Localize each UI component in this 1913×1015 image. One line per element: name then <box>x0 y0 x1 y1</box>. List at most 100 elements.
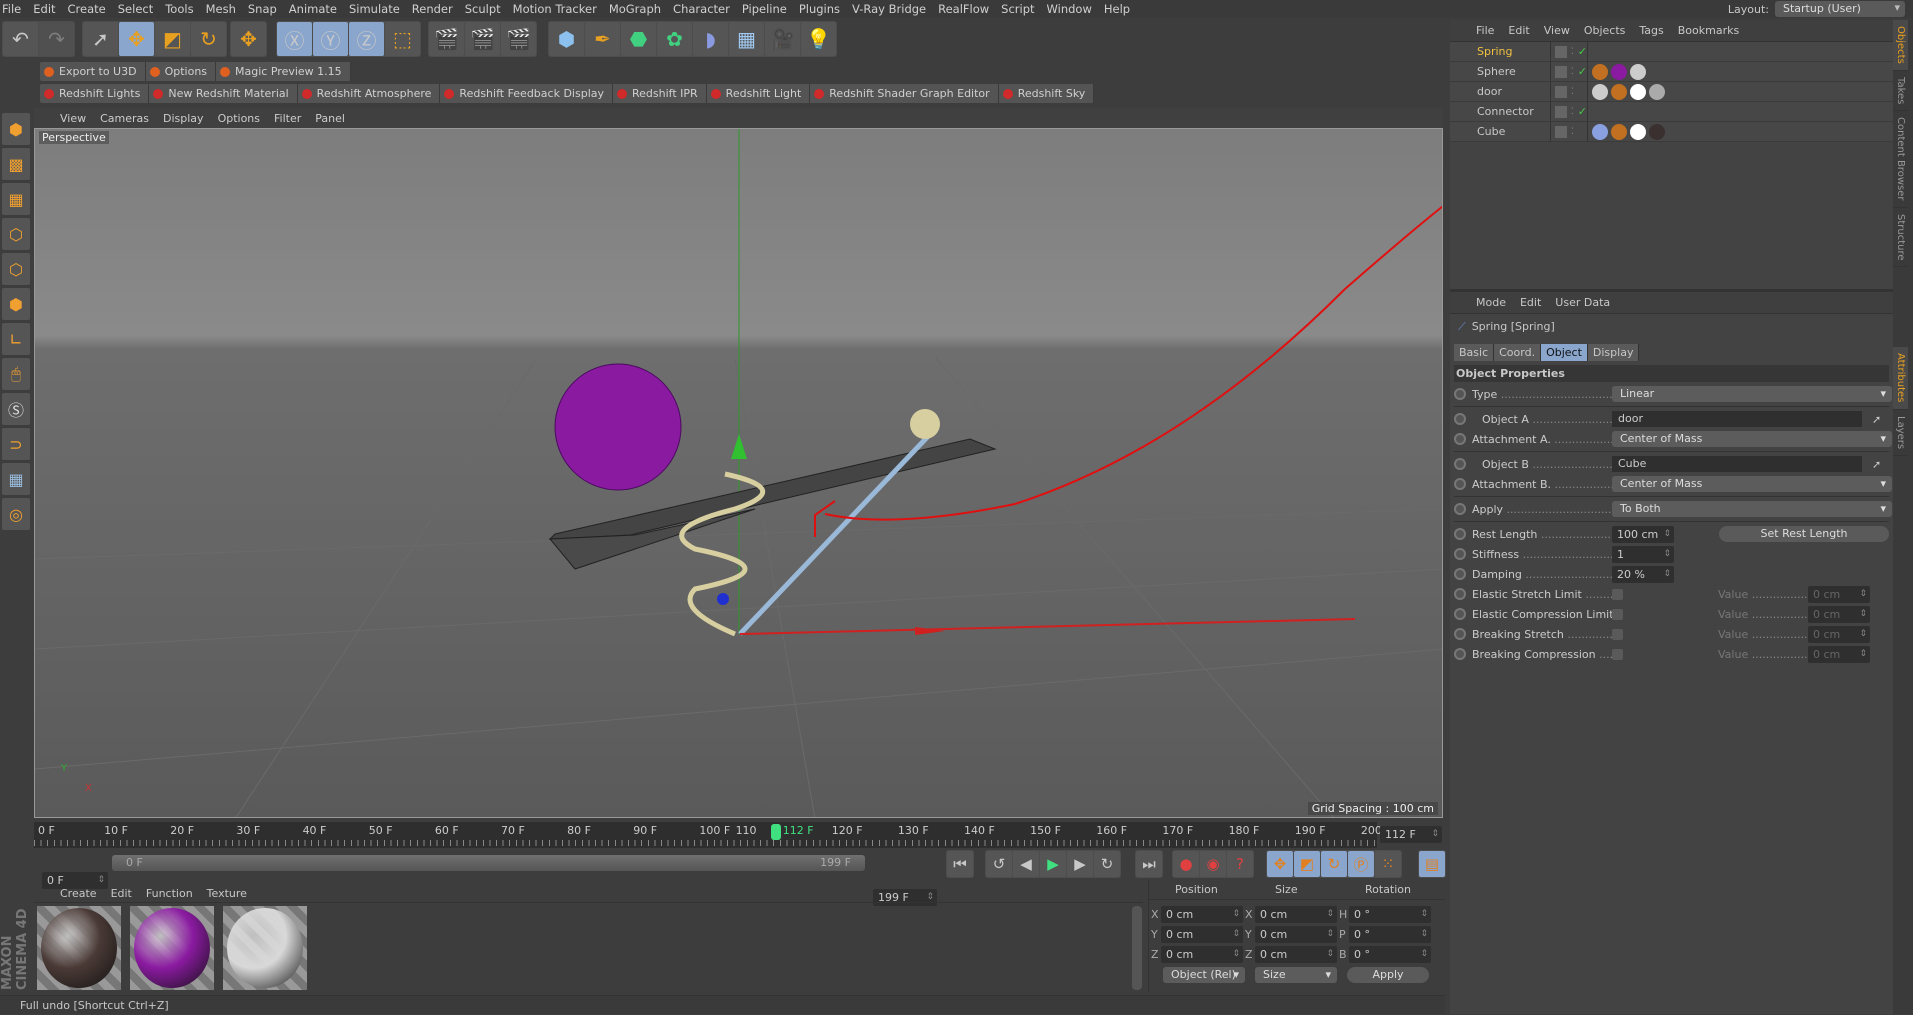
timeline-window-icon[interactable]: ▤ <box>1419 851 1445 877</box>
enabled-check-icon[interactable]: ✓ <box>1578 45 1587 58</box>
menu-edit[interactable]: Edit <box>33 2 55 16</box>
range-slider[interactable]: 0 F 199 F <box>112 855 865 871</box>
material-brown[interactable] <box>37 906 121 990</box>
attributes-menu-user-data[interactable]: User Data <box>1555 296 1610 309</box>
material-scrollbar[interactable] <box>1132 906 1142 990</box>
tab-display[interactable]: Display <box>1587 344 1640 361</box>
coord-field[interactable]: 0 cm <box>1161 925 1243 943</box>
visibility-toggles[interactable]: ⁚ <box>1550 121 1588 142</box>
render-view-icon[interactable]: 🎬 <box>429 22 464 56</box>
menu-create[interactable]: Create <box>68 2 106 16</box>
cloner-icon[interactable]: ✿ <box>657 22 692 56</box>
key-param-icon[interactable]: Ⓟ <box>1348 851 1374 877</box>
tag-icon[interactable] <box>1630 63 1646 80</box>
menu-character[interactable]: Character <box>673 2 730 16</box>
grid-icon[interactable]: ◎ <box>2 498 30 530</box>
pick-object-icon[interactable]: ➚ <box>1872 413 1881 426</box>
objects-menu-view[interactable]: View <box>1544 24 1570 37</box>
current-frame-field[interactable]: 112 F <box>1380 826 1442 843</box>
texture-mode-icon[interactable]: ▩ <box>2 148 30 180</box>
object-row-cube[interactable]: Cube ⁚ <box>1450 121 1893 142</box>
menu-sculpt[interactable]: Sculpt <box>465 2 501 16</box>
key-rotation-icon[interactable]: ↻ <box>1321 851 1347 877</box>
tag-icon[interactable] <box>1630 83 1646 100</box>
render-settings-icon[interactable]: 🎬 <box>501 22 536 56</box>
objects-menu-tags[interactable]: Tags <box>1639 24 1663 37</box>
visibility-dots-icon[interactable]: ⁚ <box>1571 47 1574 57</box>
object-a-field[interactable]: door <box>1612 411 1862 427</box>
floor-icon[interactable]: ▦ <box>729 22 764 56</box>
limit-value-field[interactable]: 0 cm <box>1808 645 1870 663</box>
objects-menu-file[interactable]: File <box>1476 24 1494 37</box>
light-icon[interactable]: 💡 <box>801 22 836 56</box>
apply-button[interactable]: Apply <box>1347 967 1429 983</box>
limit-value-field[interactable]: 0 cm <box>1808 585 1870 603</box>
menu-realflow[interactable]: RealFlow <box>938 2 989 16</box>
menu-v-ray-bridge[interactable]: V-Ray Bridge <box>852 2 926 16</box>
axis-mode-icon[interactable]: ∟ <box>2 323 30 355</box>
transform-icon[interactable]: ✥ <box>231 22 266 56</box>
key-scale-icon[interactable]: ◩ <box>1294 851 1320 877</box>
workplane-icon[interactable]: ▦ <box>2 183 30 215</box>
coord-field[interactable]: 0 cm <box>1161 905 1243 923</box>
visibility-toggles[interactable]: ⁚ <box>1550 81 1588 102</box>
material-menu-function[interactable]: Function <box>146 887 193 900</box>
deformer-icon[interactable]: ◗ <box>693 22 728 56</box>
menu-mograph[interactable]: MoGraph <box>609 2 661 16</box>
y-axis-icon[interactable]: Ⓨ <box>313 22 348 56</box>
plugin-new-redshift-material[interactable]: New Redshift Material <box>149 84 298 103</box>
viewport-menu-view[interactable]: View <box>60 112 86 125</box>
goto-start-icon[interactable]: ⏮ <box>947 851 973 877</box>
material-menu-create[interactable]: Create <box>60 887 97 900</box>
visibility-dots-icon[interactable]: ⁚ <box>1571 87 1574 97</box>
limit-checkbox[interactable] <box>1612 648 1623 660</box>
enabled-check-icon[interactable]: ✓ <box>1578 105 1587 118</box>
plugin-options[interactable]: Options <box>146 62 217 81</box>
object-row-spring[interactable]: Spring ⁚ ✓ <box>1450 41 1893 62</box>
x-axis-icon[interactable]: Ⓧ <box>277 22 312 56</box>
viewport[interactable]: YX Perspective Grid Spacing : 100 cm <box>34 128 1443 818</box>
object-row-connector[interactable]: Connector ⁚ ✓ <box>1450 101 1893 122</box>
tag-icon[interactable] <box>1592 123 1608 140</box>
viewport-menu-filter[interactable]: Filter <box>274 112 301 125</box>
prev-key-icon[interactable]: ↺ <box>986 851 1012 877</box>
animate-radio[interactable] <box>1454 608 1466 620</box>
scale-tool-icon[interactable]: ◩ <box>155 22 190 56</box>
menu-script[interactable]: Script <box>1001 2 1034 16</box>
plugin-redshift-atmosphere[interactable]: Redshift Atmosphere <box>298 84 441 103</box>
damping-field[interactable]: 20 % <box>1612 565 1674 583</box>
menu-motion-tracker[interactable]: Motion Tracker <box>513 2 597 16</box>
viewport-menu-display[interactable]: Display <box>163 112 204 125</box>
coord-field[interactable]: 0 cm <box>1161 945 1243 963</box>
coord-mode-dropdown[interactable]: Object (Rel) <box>1163 967 1245 983</box>
menu-animate[interactable]: Animate <box>289 2 337 16</box>
magnet-icon[interactable]: ⊃ <box>2 428 30 460</box>
limit-checkbox[interactable] <box>1612 628 1623 640</box>
prev-frame-icon[interactable]: ◀ <box>1013 851 1039 877</box>
coord-field[interactable]: 0 ° <box>1349 925 1431 943</box>
tag-icon[interactable] <box>1630 123 1646 140</box>
menu-window[interactable]: Window <box>1047 2 1092 16</box>
visibility-toggles[interactable]: ⁚ ✓ <box>1550 101 1588 122</box>
tab-coord[interactable]: Coord. <box>1494 344 1542 361</box>
limit-checkbox[interactable] <box>1612 588 1623 600</box>
tweak-icon[interactable]: 🖱 <box>2 358 30 390</box>
menu-snap[interactable]: Snap <box>248 2 277 16</box>
menu-file[interactable]: File <box>2 2 21 16</box>
snap-icon[interactable]: Ⓢ <box>2 393 30 425</box>
tag-icon[interactable] <box>1649 83 1665 100</box>
size-mode-dropdown[interactable]: Size <box>1255 967 1337 983</box>
side-tab-takes[interactable]: Takes <box>1893 71 1908 112</box>
material-menu-edit[interactable]: Edit <box>111 887 132 900</box>
tag-icon[interactable] <box>1611 63 1627 80</box>
enabled-check-icon[interactable]: ✓ <box>1578 65 1587 78</box>
coord-field[interactable]: 0 cm <box>1255 905 1337 923</box>
menu-tools[interactable]: Tools <box>165 2 193 16</box>
pick-object-icon[interactable]: ➚ <box>1872 458 1881 471</box>
select-tool-icon[interactable]: ➚ <box>83 22 118 56</box>
animate-radio[interactable] <box>1454 588 1466 600</box>
plugin-magic-preview-1-15[interactable]: Magic Preview 1.15 <box>216 62 351 81</box>
viewport-menu-options[interactable]: Options <box>218 112 260 125</box>
visibility-dots-icon[interactable]: ⁚ <box>1571 67 1574 77</box>
move-tool-icon[interactable]: ✥ <box>119 22 154 56</box>
